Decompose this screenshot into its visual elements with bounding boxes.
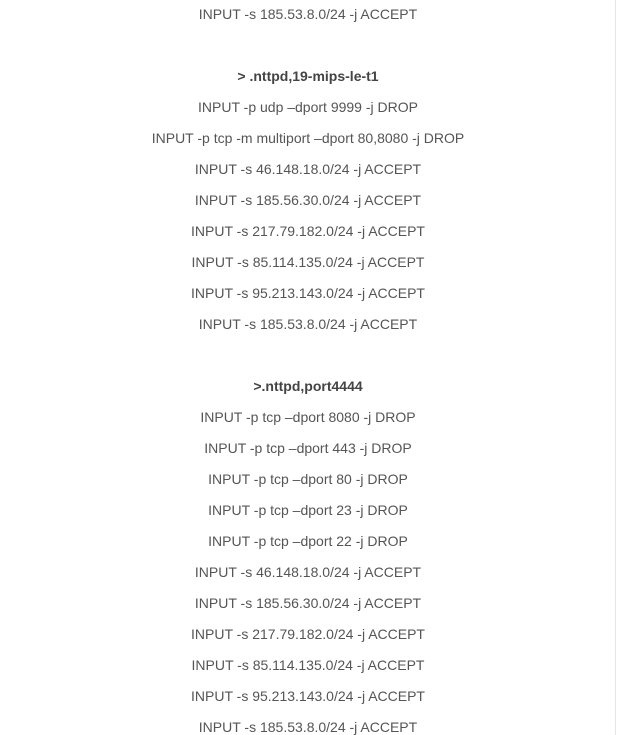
rule-line: INPUT -s 185.53.8.0/24 -j ACCEPT [198,6,418,22]
rule-line: INPUT -s 185.56.30.0/24 -j ACCEPT [194,192,422,208]
rule-line: INPUT -p udp –dport 9999 -j DROP [198,99,418,115]
rule-line: INPUT -s 46.148.18.0/24 -j ACCEPT [194,564,422,580]
rule-line: INPUT -s 217.79.182.0/24 -j ACCEPT [191,626,425,642]
rule-line: INPUT -s 95.213.143.0/24 -j ACCEPT [191,688,425,704]
rule-line: INPUT -s 185.56.30.0/24 -j ACCEPT [194,595,422,611]
rule-line: INPUT -s 85.114.135.0/24 -j ACCEPT [191,657,425,673]
rule-line: INPUT -p tcp –dport 8080 -j DROP [200,409,416,425]
rule-line: INPUT -s 217.79.182.0/24 -j ACCEPT [191,223,425,239]
rule-line: INPUT -s 185.53.8.0/24 -j ACCEPT [198,316,418,332]
section-heading-port4444: >.nttpd,port4444 [253,378,363,394]
section-heading-mips: > .nttpd,19-mips-le-t1 [237,68,379,84]
rule-line: INPUT -p tcp –dport 22 -j DROP [208,533,408,549]
rule-line: INPUT -s 95.213.143.0/24 -j ACCEPT [191,285,425,301]
rule-line: INPUT -p tcp -m multiport –dport 80,8080… [151,130,465,146]
article-body: INPUT -s 185.53.8.0/24 -j ACCEPT > .nttp… [0,0,616,735]
rule-line: INPUT -p tcp –dport 23 -j DROP [208,502,408,518]
rule-line: INPUT -s 185.53.8.0/24 -j ACCEPT [198,719,418,735]
rule-line: INPUT -p tcp –dport 80 -j DROP [208,471,408,487]
rule-line: INPUT -p tcp –dport 443 -j DROP [204,440,412,456]
rule-line: INPUT -s 85.114.135.0/24 -j ACCEPT [191,254,425,270]
rule-line: INPUT -s 46.148.18.0/24 -j ACCEPT [194,161,422,177]
